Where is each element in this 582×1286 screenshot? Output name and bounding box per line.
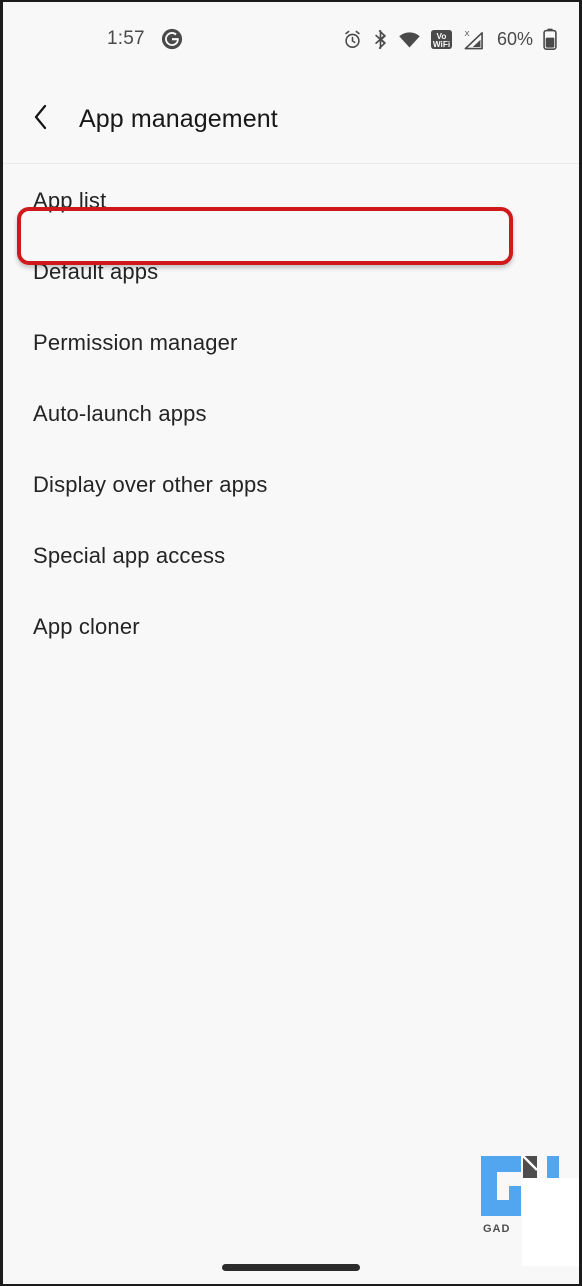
svg-text:X: X bbox=[464, 29, 469, 38]
home-gesture-bar[interactable] bbox=[222, 1264, 360, 1271]
cellular-signal-icon: X bbox=[462, 29, 485, 50]
watermark-occluder bbox=[522, 1178, 579, 1266]
alarm-icon bbox=[342, 29, 363, 50]
wifi-icon bbox=[398, 30, 421, 49]
status-time: 1:57 bbox=[107, 28, 145, 49]
list-item-label: Display over other apps bbox=[33, 472, 268, 497]
phone-screen: 1:57 Vo WiFi X 60% App management App li… bbox=[0, 0, 582, 1286]
list-item-default-apps[interactable]: Default apps bbox=[3, 245, 579, 299]
vowifi-icon: Vo WiFi bbox=[430, 29, 453, 50]
list-item-label: App list bbox=[33, 188, 107, 213]
list-item-special-app-access[interactable]: Special app access bbox=[3, 529, 579, 583]
list-item-display-over-other-apps[interactable]: Display over other apps bbox=[3, 458, 579, 512]
page-title: App management bbox=[79, 105, 278, 133]
bluetooth-icon bbox=[372, 29, 389, 50]
status-bar: 1:57 Vo WiFi X 60% bbox=[3, 2, 579, 76]
google-g-icon bbox=[161, 28, 183, 50]
svg-text:GAD: GAD bbox=[483, 1223, 510, 1235]
list-item-app-list[interactable]: App list bbox=[3, 174, 579, 228]
battery-icon bbox=[543, 28, 557, 50]
status-bar-left: 1:57 bbox=[107, 28, 183, 50]
settings-list: App list Default apps Permission manager… bbox=[3, 165, 579, 1284]
chevron-left-icon bbox=[32, 103, 49, 136]
list-item-auto-launch-apps[interactable]: Auto-launch apps bbox=[3, 387, 579, 441]
list-item-label: Default apps bbox=[33, 259, 159, 284]
list-item-app-cloner[interactable]: App cloner bbox=[3, 600, 579, 654]
list-item-permission-manager[interactable]: Permission manager bbox=[3, 316, 579, 370]
list-item-label: Special app access bbox=[33, 543, 226, 568]
svg-text:WiFi: WiFi bbox=[433, 40, 450, 49]
list-item-label: Permission manager bbox=[33, 330, 238, 355]
status-bar-right: Vo WiFi X 60% bbox=[342, 28, 557, 50]
list-item-label: App cloner bbox=[33, 614, 140, 639]
app-bar: App management bbox=[3, 76, 579, 164]
back-button[interactable] bbox=[17, 97, 63, 143]
battery-percent-label: 60% bbox=[496, 28, 533, 49]
list-item-label: Auto-launch apps bbox=[33, 401, 207, 426]
